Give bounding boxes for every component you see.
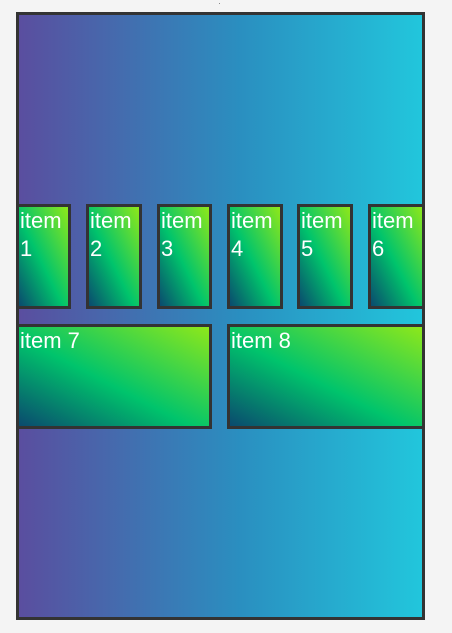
flex-item-5: item 5	[297, 204, 353, 309]
flex-item-7: item 7	[19, 324, 212, 429]
flex-item-8: item 8	[227, 324, 422, 429]
flex-item-2: item 2	[86, 204, 142, 309]
flex-item-4: item 4	[227, 204, 283, 309]
top-marker-dot	[219, 3, 220, 4]
flex-container: item 1 item 2 item 3 item 4 item 5 item …	[16, 12, 425, 620]
flex-item-1: item 1	[19, 204, 71, 309]
item-label: item 7	[20, 328, 80, 353]
item-label: item 2	[90, 208, 132, 261]
item-label: item 6	[372, 208, 414, 261]
item-label: item 1	[20, 208, 62, 261]
item-label: item 5	[301, 208, 343, 261]
item-label: item 8	[231, 328, 291, 353]
item-label: item 4	[231, 208, 273, 261]
flex-item-3: item 3	[157, 204, 212, 309]
item-label: item 3	[161, 208, 203, 261]
flex-item-6: item 6	[368, 204, 422, 309]
